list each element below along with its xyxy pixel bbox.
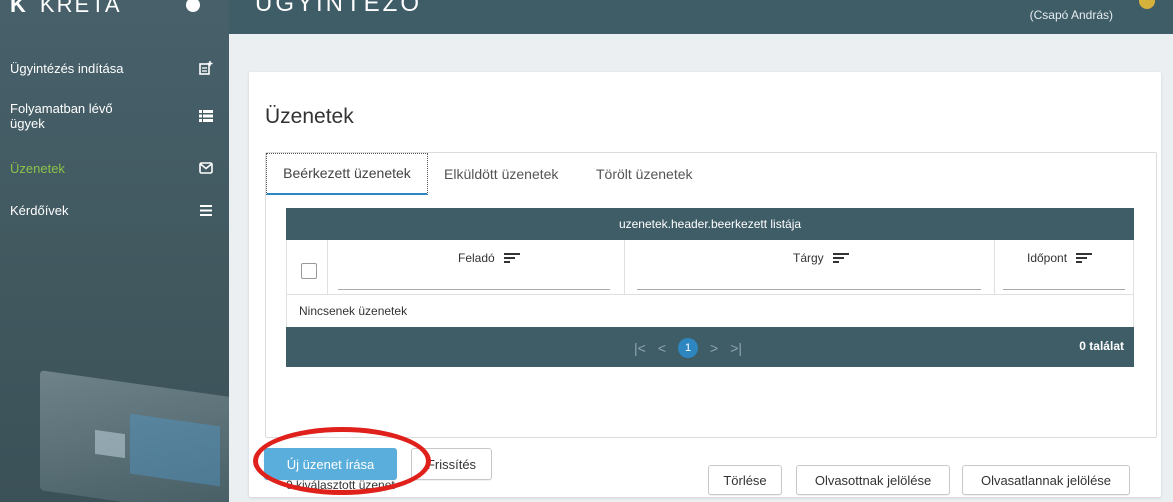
background-illustration-card (95, 429, 125, 459)
top-bar: ÜGYINTÉZŐ (Csapó András) (229, 0, 1173, 34)
sidebar-item-ongoing-cases[interactable]: Folyamatban lévő ügyek (0, 100, 229, 132)
sidebar-item-new-case[interactable]: Ügyintézés indítása (0, 58, 229, 78)
next-page-icon[interactable]: > (710, 340, 718, 356)
column-label: Időpont (1027, 251, 1093, 266)
sort-icon[interactable] (833, 252, 850, 266)
subject-filter-line[interactable] (637, 289, 981, 290)
last-page-icon[interactable]: >| (730, 340, 742, 356)
tab-panel: Beérkezett üzenetek Elküldött üzenetek T… (265, 152, 1157, 495)
user-name[interactable]: (Csapó András) (1030, 8, 1113, 22)
sort-icon[interactable] (1076, 252, 1093, 266)
list-icon (199, 109, 213, 123)
sort-icon[interactable] (504, 252, 521, 266)
column-time[interactable]: Időpont (995, 240, 1135, 294)
sidebar-item-label: Kérdőívek (10, 202, 69, 218)
first-page-icon[interactable]: |< (634, 340, 646, 356)
sidebar-item-label: Folyamatban lévő ügyek (10, 101, 113, 131)
messages-card: Üzenetek Beérkezett üzenetek Elküldött ü… (249, 72, 1161, 497)
grid-header: uzenetek.header.beerkezett listája (286, 208, 1134, 240)
column-subject-label: Tárgy (793, 251, 824, 265)
column-label: Tárgy (793, 251, 850, 266)
notification-icon[interactable] (1139, 0, 1155, 9)
column-sender[interactable]: Feladó (328, 240, 625, 294)
tab-inbox[interactable]: Beérkezett üzenetek (266, 153, 428, 195)
mark-unread-button[interactable]: Olvasatlannak jelölése (962, 465, 1130, 495)
envelope-icon (199, 161, 213, 175)
time-filter-line[interactable] (1003, 289, 1125, 290)
column-subject[interactable]: Tárgy (625, 240, 995, 294)
app-logo[interactable]: K KRÉTA (10, 0, 122, 18)
sender-filter-line[interactable] (338, 289, 610, 290)
column-time-label: Időpont (1027, 251, 1068, 265)
pager: |< < 1 > >| (628, 338, 748, 358)
column-label: Feladó (458, 251, 521, 266)
page-button[interactable]: 1 (678, 338, 698, 358)
grid-column-headers: Feladó Tárgy Időpont (286, 240, 1134, 294)
select-all-checkbox[interactable] (301, 263, 317, 279)
page-title: Üzenetek (265, 105, 354, 128)
sidebar-item-messages[interactable]: Üzenetek (0, 158, 229, 178)
new-document-icon (199, 61, 213, 75)
menu-lines-icon (199, 203, 213, 217)
module-title: ÜGYINTÉZŐ (255, 0, 423, 17)
select-column (287, 240, 328, 294)
results-count: 0 találat (1079, 339, 1124, 353)
selected-count: 0 kiválasztott üzenet (286, 478, 395, 492)
column-sender-label: Feladó (458, 251, 495, 265)
sidebar: K KRÉTA Ügyintézés indítása Folyamatban l… (0, 0, 229, 502)
new-message-button[interactable]: Új üzenet írása (264, 448, 397, 480)
tab-deleted[interactable]: Törölt üzenetek (592, 153, 697, 195)
sidebar-item-surveys[interactable]: Kérdőívek (0, 200, 229, 220)
messages-grid: uzenetek.header.beerkezett listája Felad… (286, 208, 1134, 367)
mark-read-button[interactable]: Olvasottnak jelölése (796, 465, 950, 495)
avatar-dot (186, 0, 200, 12)
grid-footer: |< < 1 > >| 0 találat (286, 327, 1134, 367)
sidebar-item-label: Üzenetek (10, 160, 65, 176)
background-illustration-screen (130, 413, 220, 487)
sidebar-item-label: Ügyintézés indítása (10, 60, 124, 76)
delete-button[interactable]: Törlése (708, 465, 782, 495)
refresh-button[interactable]: Frissítés (411, 448, 492, 480)
tab-sent[interactable]: Elküldött üzenetek (440, 153, 562, 195)
prev-page-icon[interactable]: < (658, 340, 666, 356)
empty-message: Nincsenek üzenetek (286, 294, 1134, 327)
